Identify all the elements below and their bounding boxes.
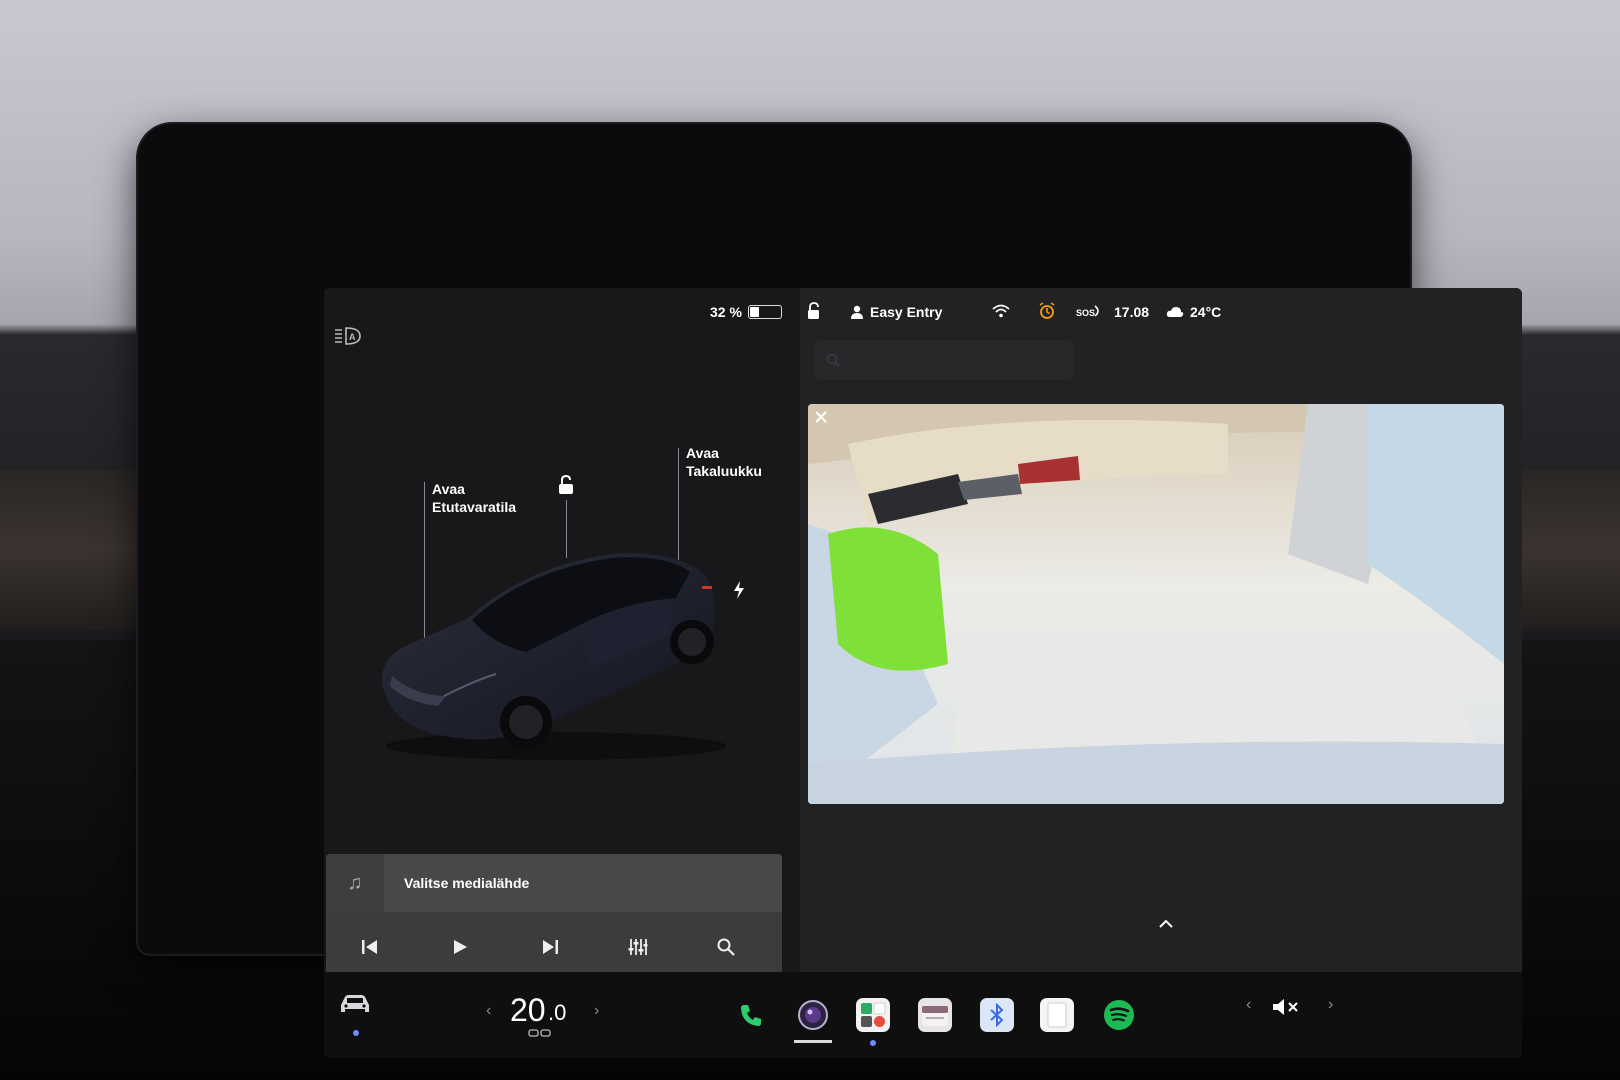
battery-icon bbox=[747, 305, 782, 319]
svg-text:SOS: SOS bbox=[1076, 308, 1095, 318]
volume-up-button[interactable]: › bbox=[1328, 996, 1333, 1014]
profile-name: Easy Entry bbox=[870, 304, 943, 320]
outside-temperature: 24°C bbox=[1190, 304, 1222, 320]
climate-control: ‹ 20 .0 › bbox=[486, 988, 616, 1040]
unlock-icon[interactable] bbox=[556, 474, 578, 496]
next-icon bbox=[543, 940, 558, 954]
media-player: ♫ Valitse medialähde bbox=[326, 854, 782, 976]
search-icon bbox=[717, 938, 735, 956]
display-bezel: A Avaa Etutavaratila Avaa Takaluukku ♫ V… bbox=[138, 124, 1522, 1058]
play-button[interactable] bbox=[442, 932, 478, 962]
camera-app-active-bar bbox=[794, 1040, 832, 1043]
driver-profile-button[interactable]: Easy Entry bbox=[850, 304, 942, 320]
navigate-search-icon bbox=[826, 353, 840, 367]
status-bar: 32 % Easy Entry SOS 17.08 24°C bbox=[324, 298, 1522, 328]
media-search-button[interactable] bbox=[708, 932, 744, 962]
phone-icon bbox=[741, 1005, 761, 1026]
battery-indicator[interactable]: 32 % bbox=[710, 304, 782, 320]
bottom-dock: ‹ 20 .0 › ‹ › bbox=[324, 972, 1522, 1058]
car-controls-button[interactable] bbox=[338, 992, 378, 1042]
active-dot bbox=[353, 1030, 359, 1036]
trunk-leader-line bbox=[678, 448, 679, 560]
svg-text:A: A bbox=[349, 332, 356, 342]
previous-icon bbox=[362, 940, 377, 954]
car-status-panel: A Avaa Etutavaratila Avaa Takaluukku ♫ V… bbox=[324, 288, 800, 976]
clock: 17.08 bbox=[1114, 304, 1150, 320]
phone-app-button[interactable] bbox=[734, 998, 768, 1032]
play-icon bbox=[454, 940, 467, 954]
person-icon bbox=[851, 305, 863, 319]
previous-track-button[interactable] bbox=[352, 932, 388, 962]
toybox-active-dot bbox=[870, 1040, 876, 1046]
calendar-app-button[interactable] bbox=[918, 998, 952, 1032]
camera-app-icon bbox=[798, 1000, 828, 1030]
lock-icon[interactable] bbox=[806, 302, 822, 320]
volume-down-button[interactable]: ‹ bbox=[1246, 996, 1251, 1014]
calendar-icon bbox=[922, 1006, 948, 1026]
media-source-selector[interactable]: ♫ Valitse medialähde bbox=[326, 854, 782, 912]
open-frunk-label-line2: Etutavaratila bbox=[432, 499, 517, 515]
touchscreen: A Avaa Etutavaratila Avaa Takaluukku ♫ V… bbox=[324, 288, 1522, 1058]
sos-icon[interactable]: SOS bbox=[1076, 304, 1102, 318]
rear-camera-view bbox=[808, 404, 1504, 804]
open-frunk-label-line1: Avaa bbox=[432, 481, 465, 497]
chevron-up-icon[interactable] bbox=[1158, 918, 1174, 928]
temp-decrease-button[interactable]: ‹ bbox=[486, 1002, 491, 1020]
auto-headlights-icon[interactable]: A bbox=[334, 326, 362, 346]
notes-icon bbox=[1047, 1002, 1067, 1028]
seat-heater-icon bbox=[528, 1029, 551, 1037]
wifi-icon[interactable] bbox=[992, 304, 1010, 318]
equalizer-icon bbox=[628, 939, 648, 955]
weather: 24°C bbox=[1166, 304, 1221, 320]
notes-app-button[interactable] bbox=[1040, 998, 1074, 1032]
close-camera-button[interactable] bbox=[814, 410, 828, 424]
bluetooth-icon bbox=[990, 1003, 1004, 1027]
battery-percent: 32 % bbox=[710, 304, 742, 320]
alarm-icon[interactable] bbox=[1038, 302, 1056, 320]
car-model-illustration bbox=[381, 553, 726, 760]
volume-muted-icon[interactable] bbox=[1272, 998, 1302, 1016]
rear-camera-image bbox=[808, 404, 1504, 804]
cabin-temp-whole[interactable]: 20 bbox=[510, 992, 546, 1029]
temp-increase-button[interactable]: › bbox=[594, 1002, 599, 1020]
open-trunk-label-line1: Avaa bbox=[686, 445, 719, 461]
open-trunk-button[interactable]: Avaa Takaluukku bbox=[686, 444, 762, 480]
spotify-app-button[interactable] bbox=[1102, 998, 1136, 1032]
bluetooth-app-button[interactable] bbox=[980, 998, 1014, 1032]
open-frunk-button[interactable]: Avaa Etutavaratila bbox=[432, 480, 516, 516]
cabin-temp-decimal[interactable]: .0 bbox=[548, 1000, 566, 1026]
media-source-label: Valitse medialähde bbox=[404, 875, 530, 891]
next-track-button[interactable] bbox=[532, 932, 568, 962]
car-icon bbox=[341, 995, 369, 1012]
toybox-app-button[interactable] bbox=[856, 998, 890, 1046]
navigate-search-field[interactable] bbox=[814, 340, 1074, 380]
equalizer-button[interactable] bbox=[620, 932, 656, 962]
open-trunk-label-line2: Takaluukku bbox=[686, 463, 762, 479]
toybox-icon bbox=[861, 1002, 886, 1027]
music-note-icon: ♫ bbox=[326, 854, 384, 912]
spotify-icon bbox=[1104, 1000, 1134, 1030]
camera-app-button[interactable] bbox=[794, 998, 832, 1043]
cloud-icon bbox=[1166, 307, 1184, 317]
